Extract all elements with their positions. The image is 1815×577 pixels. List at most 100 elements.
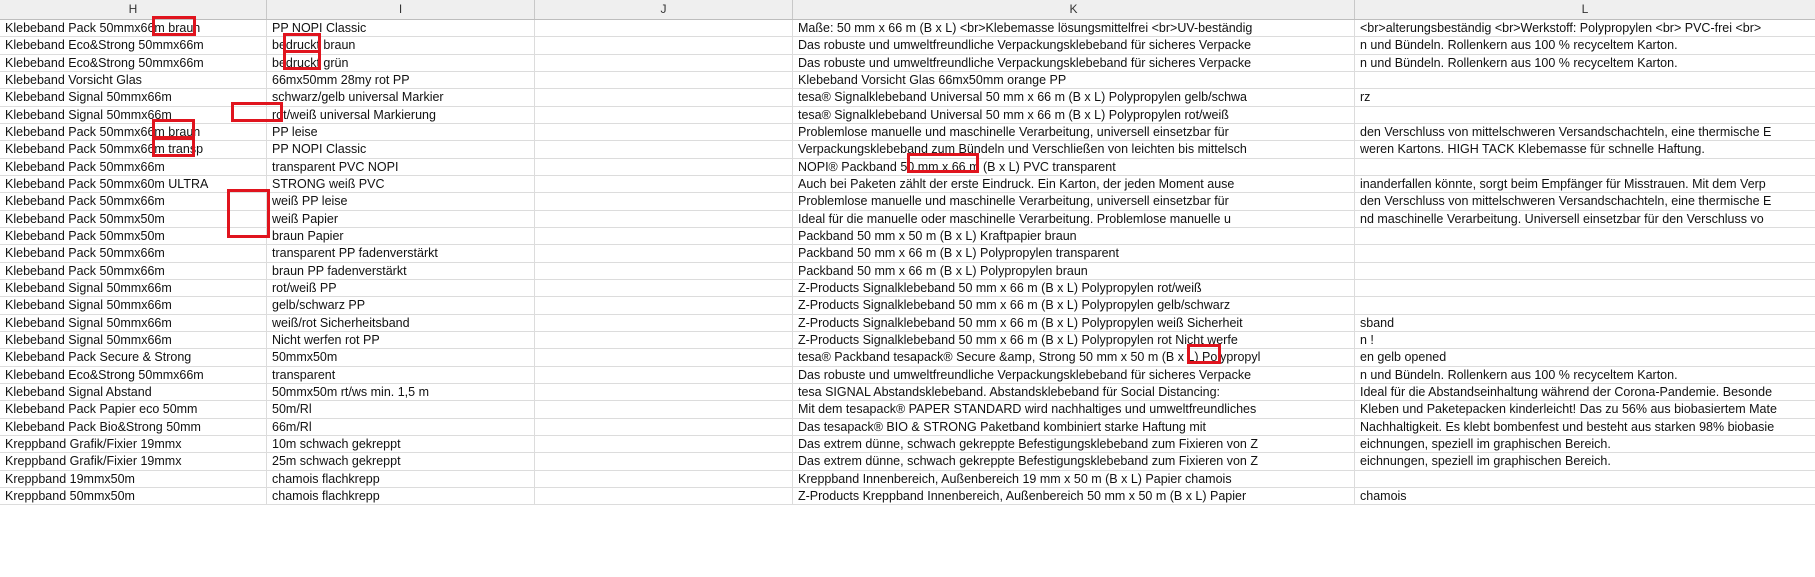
cell-i[interactable]: chamois flachkrepp — [267, 487, 535, 506]
cell-h[interactable]: Klebeband Signal 50mmx66m — [0, 279, 267, 298]
cell-l[interactable]: Nachhaltigkeit. Es klebt bombenfest und … — [1355, 419, 1815, 436]
cell-h[interactable]: Klebeband Pack 50mmx50m — [0, 227, 267, 246]
cell-j[interactable] — [535, 470, 793, 488]
cell-l[interactable]: inanderfallen könnte, sorgt beim Empfäng… — [1355, 176, 1815, 194]
cell-j[interactable] — [535, 89, 793, 107]
cell-j[interactable] — [535, 297, 793, 315]
cell-k[interactable]: Das extrem dünne, schwach gekreppte Befe… — [793, 453, 1355, 471]
cell-i[interactable]: transparent PP fadenverstärkt — [267, 245, 535, 263]
cell-h[interactable]: Klebeband Signal 50mmx66m — [0, 89, 267, 107]
cell-j[interactable] — [535, 158, 793, 176]
cell-j[interactable] — [535, 106, 793, 124]
cell-k[interactable]: Z-Products Signalklebeband 50 mm x 66 m … — [793, 297, 1355, 315]
cell-k[interactable]: tesa® Signalklebeband Universal 50 mm x … — [793, 89, 1355, 107]
cell-h[interactable]: Klebeband Pack 50mmx66m transp — [0, 141, 267, 159]
cell-j[interactable] — [535, 279, 793, 298]
cell-j[interactable] — [535, 193, 793, 211]
cell-i[interactable]: 50mmx50m rt/ws min. 1,5 m — [267, 383, 535, 402]
cell-h[interactable]: Klebeband Signal 50mmx66m — [0, 314, 267, 332]
cell-l[interactable]: eichnungen, speziell im graphischen Bere… — [1355, 453, 1815, 471]
cell-j[interactable] — [535, 262, 793, 280]
cell-l[interactable]: <br>alterungsbeständig <br>Werkstoff: Po… — [1355, 20, 1815, 38]
cell-i[interactable]: transparent PVC NOPI — [267, 158, 535, 176]
cell-j[interactable] — [535, 141, 793, 159]
cell-h[interactable]: Kreppband Grafik/Fixier 19mmx — [0, 435, 267, 454]
cell-k[interactable]: tesa SIGNAL Abstandsklebeband. Abstandsk… — [793, 383, 1355, 402]
cell-h[interactable]: Klebeband Pack 50mmx66m braun — [0, 123, 267, 142]
cell-i[interactable]: 10m schwach gekreppt — [267, 435, 535, 454]
column-header-j[interactable]: J — [535, 0, 793, 19]
cell-h[interactable]: Kreppband 50mmx50m — [0, 487, 267, 506]
cell-j[interactable] — [535, 71, 793, 90]
cell-k[interactable]: Problemlose manuelle und maschinelle Ver… — [793, 193, 1355, 211]
cell-l[interactable]: eichnungen, speziell im graphischen Bere… — [1355, 436, 1815, 454]
cell-j[interactable] — [535, 487, 793, 506]
cell-i[interactable]: weiß PP leise — [267, 193, 535, 211]
cell-k[interactable]: Verpackungsklebeband zum Bündeln und Ver… — [793, 141, 1355, 159]
column-header-i[interactable]: I — [267, 0, 535, 19]
cell-l[interactable] — [1355, 245, 1815, 263]
cell-i[interactable]: PP leise — [267, 123, 535, 142]
cell-k[interactable]: tesa® Signalklebeband Universal 50 mm x … — [793, 106, 1355, 124]
column-header-h[interactable]: H — [0, 0, 267, 19]
cell-j[interactable] — [535, 20, 793, 38]
cell-h[interactable]: Klebeband Eco&Strong 50mmx66m — [0, 366, 267, 384]
cell-h[interactable]: Klebeband Pack Papier eco 50mm — [0, 401, 267, 419]
cell-i[interactable]: 66mx50mm 28my rot PP — [267, 71, 535, 90]
cell-i[interactable]: rot/weiß universal Markierung — [267, 106, 535, 124]
cell-i[interactable]: gelb/schwarz PP — [267, 297, 535, 315]
cell-h[interactable]: Klebeband Signal Abstand — [0, 383, 267, 402]
cell-h[interactable]: Klebeband Signal 50mmx66m — [0, 106, 267, 124]
cell-k[interactable]: Ideal für die manuelle oder maschinelle … — [793, 210, 1355, 228]
cell-i[interactable]: chamois flachkrepp — [267, 470, 535, 488]
cell-l[interactable]: den Verschluss von mittelschweren Versan… — [1355, 124, 1815, 142]
cell-l[interactable]: weren Kartons. HIGH TACK Klebemasse für … — [1355, 141, 1815, 159]
cell-i[interactable]: braun PP fadenverstärkt — [267, 262, 535, 280]
cell-k[interactable]: Z-Products Kreppband Innenbereich, Außen… — [793, 487, 1355, 506]
cell-h[interactable]: Klebeband Vorsicht Glas — [0, 71, 267, 90]
cell-j[interactable] — [535, 210, 793, 228]
cell-i[interactable]: PP NOPI Classic — [267, 20, 535, 38]
cell-k[interactable]: Klebeband Vorsicht Glas 66mx50mm orange … — [793, 71, 1355, 90]
cell-l[interactable]: n und Bündeln. Rollenkern aus 100 % recy… — [1355, 55, 1815, 72]
cell-h[interactable]: Klebeband Pack 50mmx66m — [0, 262, 267, 280]
cell-k[interactable]: Packband 50 mm x 50 m (B x L) Kraftpapie… — [793, 227, 1355, 246]
cell-l[interactable]: sband — [1355, 315, 1815, 332]
cell-l[interactable] — [1355, 297, 1815, 315]
cell-l[interactable]: rz — [1355, 89, 1815, 107]
cell-i[interactable]: schwarz/gelb universal Markier — [267, 89, 535, 107]
cell-k[interactable]: tesa® Packband tesapack® Secure &amp, St… — [793, 349, 1355, 367]
cell-k[interactable]: Packband 50 mm x 66 m (B x L) Polypropyl… — [793, 245, 1355, 263]
cell-h[interactable]: Klebeband Signal 50mmx66m — [0, 331, 267, 350]
cell-k[interactable]: Packband 50 mm x 66 m (B x L) Polypropyl… — [793, 262, 1355, 280]
cell-j[interactable] — [535, 54, 793, 72]
cell-i[interactable]: weiß Papier — [267, 210, 535, 228]
cell-i[interactable]: braun Papier — [267, 227, 535, 246]
cell-h[interactable]: Klebeband Eco&Strong 50mmx66m — [0, 37, 267, 55]
cell-l[interactable] — [1355, 263, 1815, 280]
cell-k[interactable]: Z-Products Signalklebeband 50 mm x 66 m … — [793, 279, 1355, 298]
cell-l[interactable] — [1355, 471, 1815, 488]
cell-j[interactable] — [535, 314, 793, 332]
cell-h[interactable]: Klebeband Pack Secure & Strong — [0, 349, 267, 367]
cell-k[interactable]: NOPI® Packband 50 mm x 66 m (B x L) PVC … — [793, 158, 1355, 176]
cell-k[interactable]: Das robuste und umweltfreundliche Verpac… — [793, 54, 1355, 72]
cell-i[interactable]: 50m/Rl — [267, 401, 535, 419]
cell-k[interactable]: Problemlose manuelle und maschinelle Ver… — [793, 123, 1355, 142]
cell-i[interactable]: rot/weiß PP — [267, 279, 535, 298]
cell-i[interactable]: 50mmx50m — [267, 349, 535, 367]
cell-j[interactable] — [535, 37, 793, 55]
cell-l[interactable]: chamois — [1355, 488, 1815, 506]
cell-k[interactable]: Maße: 50 mm x 66 m (B x L) <br>Klebemass… — [793, 20, 1355, 38]
cell-l[interactable]: n und Bündeln. Rollenkern aus 100 % recy… — [1355, 37, 1815, 55]
cell-j[interactable] — [535, 245, 793, 263]
cell-j[interactable] — [535, 383, 793, 402]
cell-k[interactable]: Das robuste und umweltfreundliche Verpac… — [793, 37, 1355, 55]
cell-j[interactable] — [535, 175, 793, 194]
cell-k[interactable]: Kreppband Innenbereich, Außenbereich 19 … — [793, 470, 1355, 488]
cell-j[interactable] — [535, 366, 793, 384]
cell-i[interactable]: bedruckt braun — [267, 37, 535, 55]
cell-h[interactable]: Klebeband Pack 50mmx66m braun — [0, 20, 267, 38]
cell-k[interactable]: Z-Products Signalklebeband 50 mm x 66 m … — [793, 331, 1355, 350]
cell-l[interactable] — [1355, 280, 1815, 298]
